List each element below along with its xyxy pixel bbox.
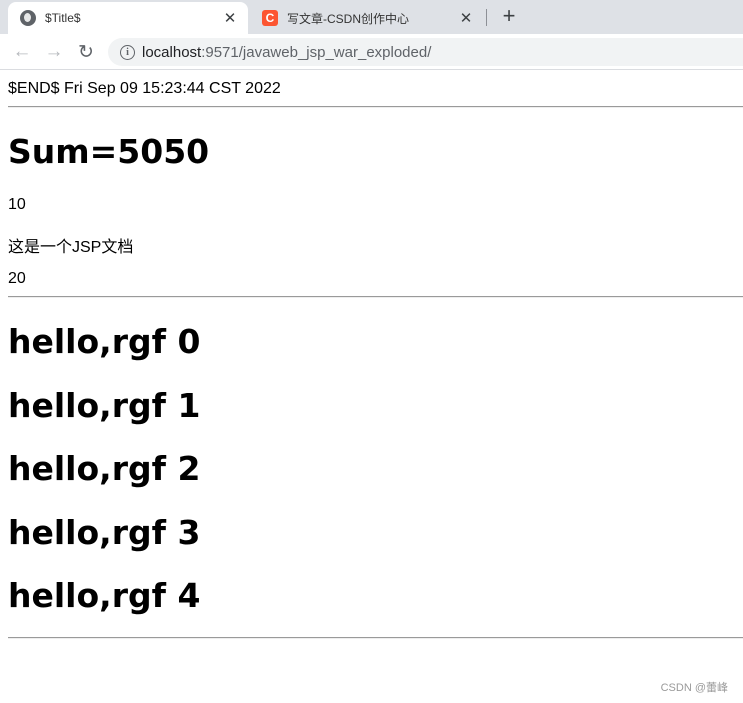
globe-icon bbox=[20, 10, 36, 26]
hello-heading: hello,rgf 0 bbox=[8, 322, 201, 361]
doc-text: 这是一个JSP文档 bbox=[8, 239, 134, 256]
reload-button[interactable]: ↻ bbox=[74, 40, 98, 64]
hello-heading: hello,rgf 3 bbox=[8, 513, 201, 552]
hello-heading: hello,rgf 1 bbox=[8, 386, 201, 425]
tab-separator bbox=[486, 9, 487, 26]
tab-strip: $Title$ ✕ C 写文章-CSDN创作中心 ✕ + bbox=[0, 0, 743, 34]
new-tab-button[interactable]: + bbox=[498, 5, 520, 27]
csdn-logo-icon: C bbox=[262, 10, 278, 26]
tab-title-page[interactable]: $Title$ ✕ bbox=[8, 2, 248, 34]
address-bar[interactable]: i localhost:9571/javaweb_jsp_war_explode… bbox=[108, 38, 743, 66]
tab-csdn[interactable]: C 写文章-CSDN创作中心 ✕ bbox=[250, 2, 484, 34]
horizontal-rule bbox=[8, 106, 743, 108]
hello-heading: hello,rgf 2 bbox=[8, 449, 201, 488]
browser-toolbar: ← → ↻ i localhost:9571/javaweb_jsp_war_e… bbox=[0, 34, 743, 70]
url-path: :9571/javaweb_jsp_war_exploded/ bbox=[201, 43, 432, 61]
horizontal-rule bbox=[8, 296, 743, 298]
forward-button[interactable]: → bbox=[42, 40, 66, 64]
sum-heading: Sum=5050 bbox=[8, 132, 210, 171]
horizontal-rule bbox=[8, 637, 743, 639]
back-button[interactable]: ← bbox=[10, 40, 34, 64]
tab-label: $Title$ bbox=[45, 11, 81, 25]
watermark: CSDN @蕾峰 bbox=[660, 682, 728, 694]
tab-label: 写文章-CSDN创作中心 bbox=[287, 11, 409, 26]
value-text: 20 bbox=[8, 270, 26, 287]
info-icon[interactable]: i bbox=[120, 44, 135, 60]
close-icon[interactable]: ✕ bbox=[458, 10, 474, 27]
value-text: 10 bbox=[8, 196, 26, 213]
end-timestamp-line: $END$ Fri Sep 09 15:23:44 CST 2022 bbox=[8, 80, 281, 97]
close-icon[interactable]: ✕ bbox=[222, 10, 238, 27]
hello-heading: hello,rgf 4 bbox=[8, 576, 201, 615]
url-host: localhost bbox=[142, 43, 202, 61]
